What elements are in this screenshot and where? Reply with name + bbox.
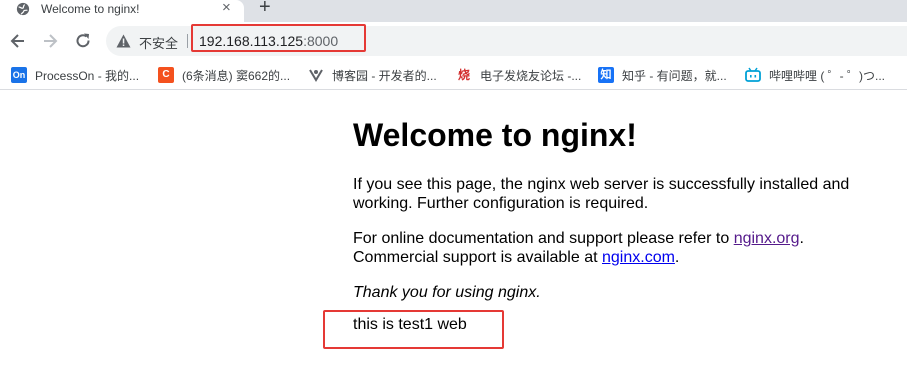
bookmark-label: ProcessOn - 我的... <box>35 69 140 83</box>
bookmark-label: 知乎 - 有问题，就... <box>622 69 727 83</box>
commercial-period: . <box>674 249 680 266</box>
browser-tab[interactable]: Welcome to nginx! × <box>0 0 244 22</box>
close-tab-icon[interactable]: × <box>222 0 231 16</box>
bookmark-label: (6条消息) 窦662的... <box>182 69 291 83</box>
warning-icon[interactable] <box>116 34 131 48</box>
processon-icon: On <box>11 67 27 83</box>
thanks-text: Thank you for using nginx. <box>353 284 541 301</box>
thanks-paragraph: Thank you for using nginx. <box>353 283 873 302</box>
globe-icon <box>16 2 30 16</box>
docs-period: . <box>799 230 804 247</box>
docs-paragraph: For online documentation and support ple… <box>353 229 873 267</box>
elecfans-icon: 烧 <box>457 68 470 82</box>
browser-toolbar: 不安全 192.168.113.125:8000 <box>0 22 907 60</box>
bookmark-label: 哔哩哔哩 ( ゜- ゜)つ... <box>769 69 885 83</box>
url-annotation-box <box>191 24 366 52</box>
nginx-org-link[interactable]: nginx.org <box>734 230 800 247</box>
bookmarks-bar: On ProcessOn - 我的... C (6条消息) 窦662的... 博… <box>0 60 907 90</box>
nginx-com-link[interactable]: nginx.com <box>602 249 675 266</box>
commercial-text: Commercial support is available at <box>353 249 602 266</box>
tab-strip: Welcome to nginx! × + <box>0 0 907 22</box>
bookmark-label: 电子发烧友论坛 -... <box>480 69 582 83</box>
csdn-icon: C <box>158 67 174 83</box>
security-status-label[interactable]: 不安全 <box>139 33 178 52</box>
bilibili-icon <box>745 67 761 82</box>
test-annotation-box <box>323 310 504 349</box>
page-title: Welcome to nginx! <box>353 117 637 153</box>
bookmark-label: 博客园 - 开发者的... <box>332 69 437 83</box>
cnblogs-icon <box>309 69 323 82</box>
forward-arrow-icon[interactable] <box>40 31 60 51</box>
reload-icon[interactable] <box>73 31 93 51</box>
docs-text: For online documentation and support ple… <box>353 230 734 247</box>
omnibox-divider <box>187 34 188 48</box>
intro-paragraph: If you see this page, the nginx web serv… <box>353 176 850 212</box>
tab-title: Welcome to nginx! <box>41 2 140 16</box>
zhihu-icon: 知 <box>598 67 614 83</box>
new-tab-button[interactable]: + <box>259 0 271 17</box>
back-arrow-icon[interactable] <box>8 31 28 51</box>
